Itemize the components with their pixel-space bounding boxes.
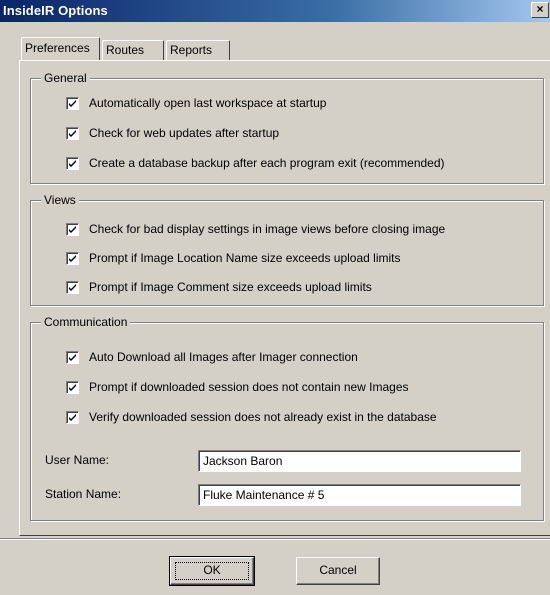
user-name-label: User Name: xyxy=(45,453,110,467)
title-bar[interactable]: InsideIR Options xyxy=(0,0,550,22)
checkbox-label: Prompt if Image Location Name size excee… xyxy=(89,251,401,265)
close-icon[interactable]: × xyxy=(531,2,549,18)
views-group: Views Check for bad display settings in … xyxy=(30,193,544,306)
checkbox-label: Auto Download all Images after Imager co… xyxy=(89,350,358,364)
checkmark-icon xyxy=(69,384,76,391)
checkmark-icon xyxy=(69,160,76,167)
tab-label: Reports xyxy=(170,43,213,57)
focus-rect xyxy=(175,562,249,580)
communication-group: Communication Auto Download all Images a… xyxy=(30,315,544,521)
checkbox[interactable] xyxy=(66,252,79,265)
general-group: General Automatically open last workspac… xyxy=(30,71,544,184)
window-title: InsideIR Options xyxy=(3,3,108,18)
station-name-input[interactable] xyxy=(198,484,521,506)
checkmark-icon xyxy=(69,414,76,421)
checkbox[interactable] xyxy=(66,97,79,110)
checkbox[interactable] xyxy=(66,127,79,140)
checkbox-label: Prompt if downloaded session does not co… xyxy=(89,380,409,394)
group-title: Views xyxy=(41,193,79,207)
user-name-input[interactable] xyxy=(198,450,521,472)
checkbox[interactable] xyxy=(66,381,79,394)
cancel-button-label: Cancel xyxy=(319,563,357,577)
tab-label: Routes xyxy=(106,43,145,57)
checkmark-icon xyxy=(69,130,76,137)
checkbox-label: Create a database backup after each prog… xyxy=(89,156,445,170)
cancel-button[interactable]: Cancel xyxy=(296,557,380,585)
checkmark-icon xyxy=(69,354,76,361)
checkmark-icon xyxy=(69,226,76,233)
checkbox-label: Automatically open last workspace at sta… xyxy=(89,96,327,110)
options-dialog: InsideIR Options × Preferences Routes Re… xyxy=(0,0,550,595)
checkbox-label: Check for web updates after startup xyxy=(89,126,280,140)
tab-routes[interactable]: Routes xyxy=(102,40,164,60)
button-separator xyxy=(0,538,550,540)
checkmark-icon xyxy=(69,255,76,262)
group-title: General xyxy=(41,71,90,85)
checkbox[interactable] xyxy=(66,157,79,170)
checkbox[interactable] xyxy=(66,351,79,364)
checkmark-icon xyxy=(69,100,76,107)
tab-label: Preferences xyxy=(25,41,90,55)
checkbox-label: Verify downloaded session does not alrea… xyxy=(89,410,437,424)
checkbox-label: Prompt if Image Comment size exceeds upl… xyxy=(89,280,372,294)
tab-preferences[interactable]: Preferences xyxy=(21,37,100,60)
checkmark-icon xyxy=(69,284,76,291)
group-title: Communication xyxy=(41,315,131,329)
checkbox[interactable] xyxy=(66,223,79,236)
checkbox[interactable] xyxy=(66,281,79,294)
tab-reports[interactable]: Reports xyxy=(166,40,230,60)
station-name-label: Station Name: xyxy=(45,487,122,501)
checkbox-label: Check for bad display settings in image … xyxy=(89,222,446,236)
checkbox[interactable] xyxy=(66,411,79,424)
ok-button[interactable]: OK xyxy=(169,556,255,586)
